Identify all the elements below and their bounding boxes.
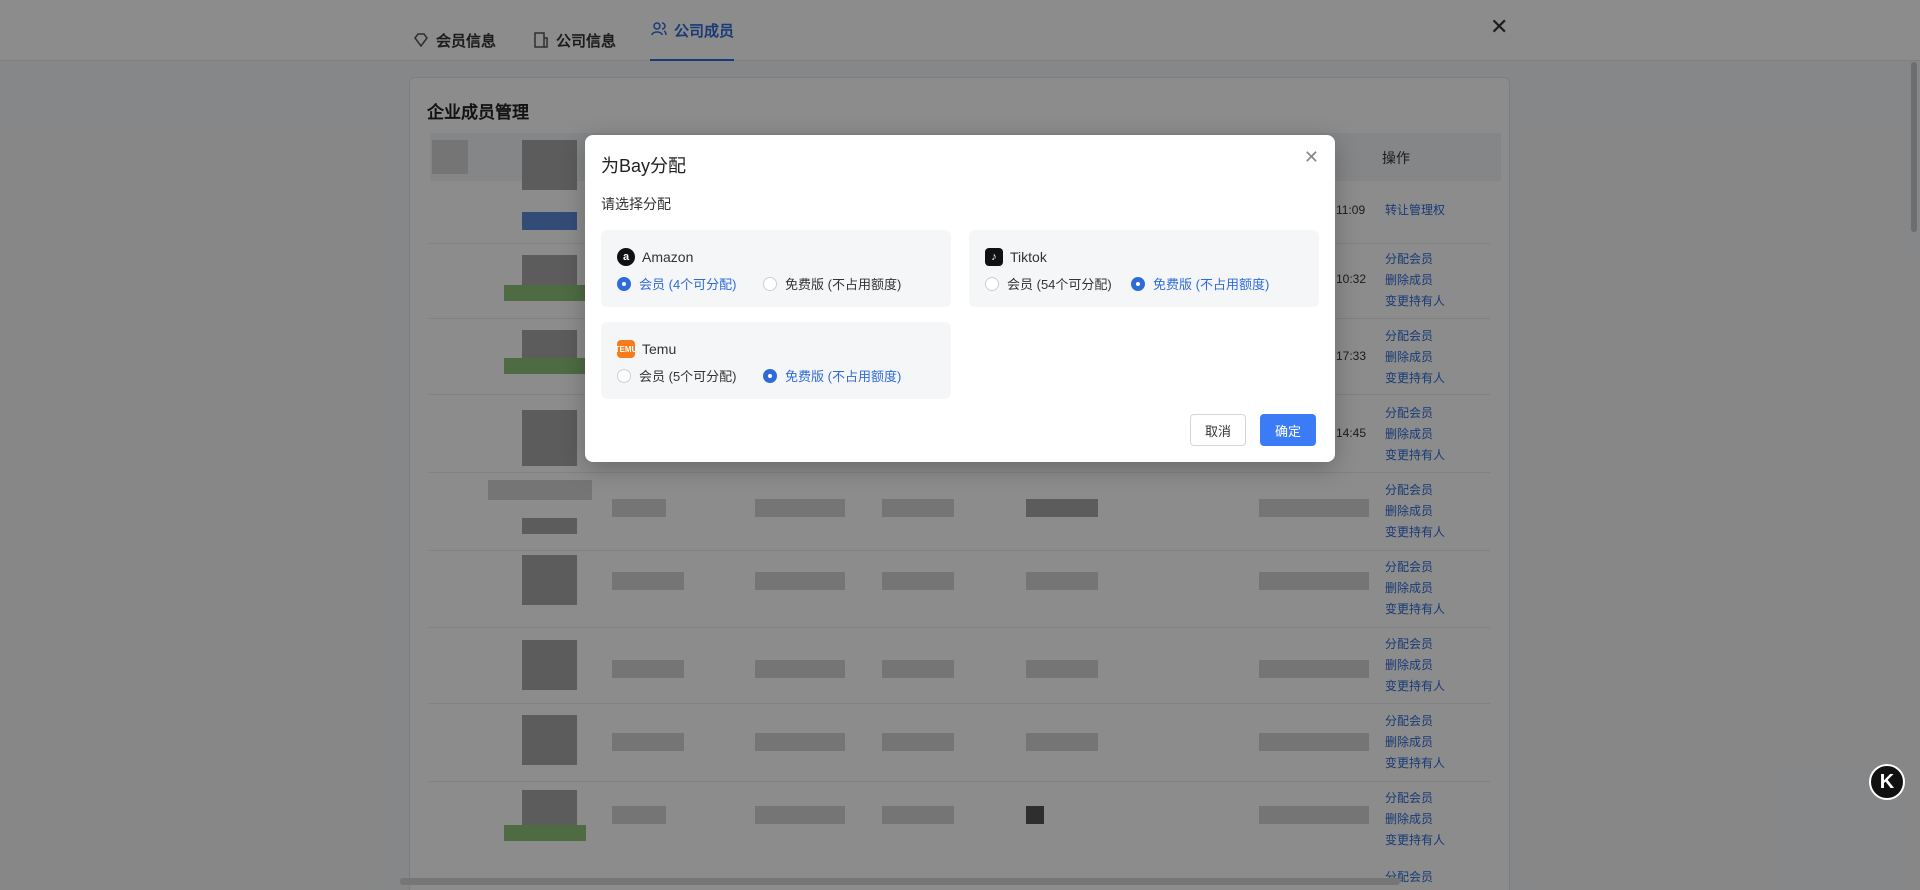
- platform-card-tiktok: ♪ Tiktok 会员 (54个可分配) 免费版 (不占用额度): [969, 230, 1319, 307]
- radio-option-member[interactable]: 会员 (4个可分配): [617, 274, 737, 293]
- option-label: 免费版 (不占用额度): [785, 369, 902, 384]
- temu-logo-icon: TEMU: [615, 340, 637, 358]
- option-label: 会员 (4个可分配): [639, 277, 737, 292]
- radio-option-member[interactable]: 会员 (5个可分配): [617, 366, 737, 385]
- radio-checked-icon: [1131, 276, 1145, 291]
- assign-dialog: 为Bay分配 ✕ 请选择分配 a Amazon 会员 (4个可分配) 免费版 (…: [585, 135, 1335, 462]
- radio-checked-icon: [617, 276, 631, 291]
- platform-name: Tiktok: [1010, 249, 1047, 265]
- confirm-button[interactable]: 确定: [1260, 414, 1317, 446]
- platform-name: Amazon: [642, 249, 694, 265]
- tiktok-logo-icon: ♪: [985, 248, 1003, 266]
- dialog-title: 为Bay分配: [601, 156, 687, 176]
- radio-option-free[interactable]: 免费版 (不占用额度): [1131, 274, 1269, 293]
- dialog-subtitle: 请选择分配: [601, 196, 671, 212]
- radio-checked-icon: [763, 368, 777, 383]
- option-label: 会员 (5个可分配): [639, 369, 737, 384]
- radio-unchecked-icon: [763, 276, 777, 291]
- floating-assistant-button[interactable]: K: [1869, 764, 1905, 800]
- option-label: 免费版 (不占用额度): [1153, 277, 1270, 292]
- close-icon[interactable]: ✕: [1304, 147, 1319, 168]
- radio-option-free[interactable]: 免费版 (不占用额度): [763, 366, 901, 385]
- platform-card-temu: TEMU Temu 会员 (5个可分配) 免费版 (不占用额度): [601, 322, 951, 399]
- radio-unchecked-icon: [617, 368, 631, 383]
- platform-name: Temu: [642, 341, 677, 357]
- radio-unchecked-icon: [985, 276, 999, 291]
- cancel-button[interactable]: 取消: [1190, 414, 1247, 446]
- option-label: 会员 (54个可分配): [1007, 277, 1112, 292]
- platform-card-amazon: a Amazon 会员 (4个可分配) 免费版 (不占用额度): [601, 230, 951, 307]
- option-label: 免费版 (不占用额度): [785, 277, 902, 292]
- radio-option-member[interactable]: 会员 (54个可分配): [985, 274, 1112, 293]
- amazon-logo-icon: a: [617, 248, 635, 266]
- radio-option-free[interactable]: 免费版 (不占用额度): [763, 274, 901, 293]
